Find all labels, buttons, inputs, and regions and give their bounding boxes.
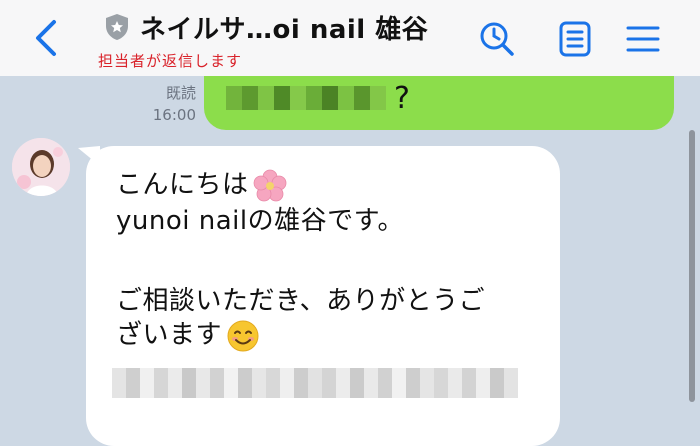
notes-icon[interactable]	[556, 20, 594, 58]
menu-icon[interactable]	[624, 20, 662, 58]
smiling-face-emoji	[227, 320, 259, 351]
pixelated-text	[112, 368, 518, 398]
chat-header: ネイルサ…oi nail 雄谷 担当者が返信します	[0, 0, 700, 76]
message-time: 16:00	[152, 106, 196, 124]
avatar[interactable]	[12, 138, 70, 196]
pixelated-text	[226, 86, 386, 110]
read-status: 既読	[165, 84, 196, 102]
back-icon[interactable]	[30, 18, 62, 58]
shield-icon	[106, 14, 128, 40]
message-line: yunoi nailの雄谷です。	[116, 206, 404, 236]
outgoing-message-content: ?	[226, 78, 410, 118]
search-icon[interactable]	[478, 20, 516, 58]
cherry-blossom-emoji	[253, 169, 286, 201]
message-line: ざいます	[116, 314, 260, 353]
chat-subtitle: 担当者が返信します	[98, 52, 243, 70]
message-meta: 既読 16:00	[138, 82, 196, 126]
message-line: ご相談いただき、ありがとうご	[116, 286, 486, 316]
avatar-image	[12, 138, 70, 196]
scrollbar[interactable]	[689, 130, 695, 402]
message-line: こんにちは	[116, 164, 287, 203]
chat-title: ネイルサ…oi nail 雄谷	[140, 14, 429, 45]
title-row[interactable]: ネイルサ…oi nail 雄谷	[104, 10, 429, 45]
outgoing-visible-char: ?	[394, 80, 410, 116]
